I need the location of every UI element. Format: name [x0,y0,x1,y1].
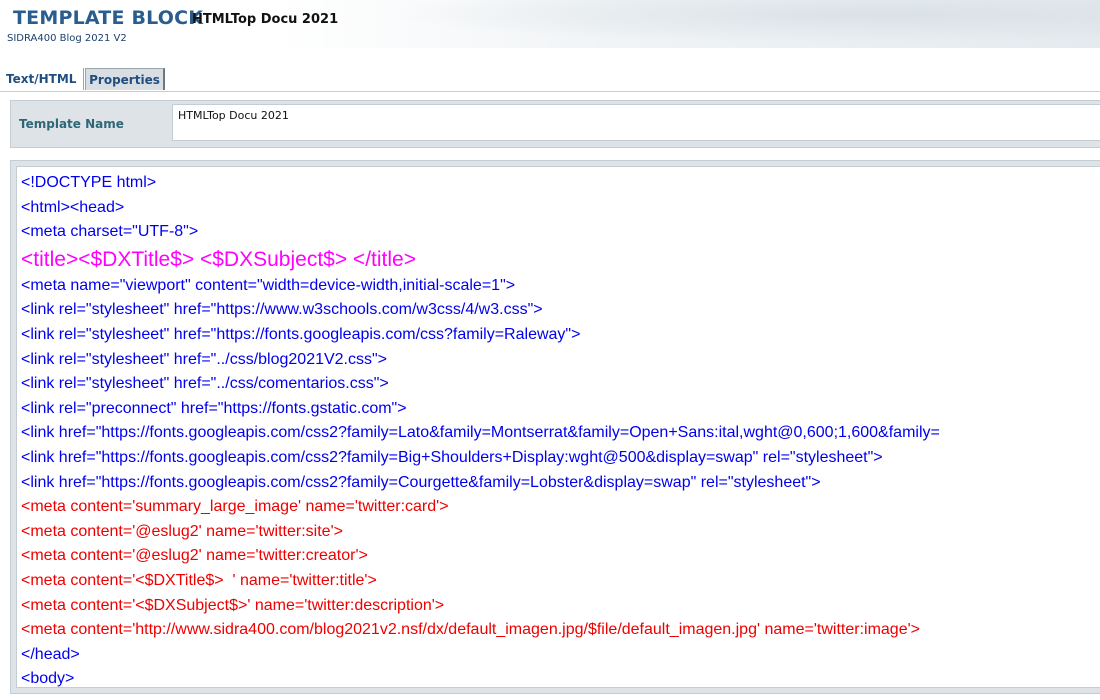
code-line: <meta name="viewport" content="width=dev… [21,276,516,294]
code-line: <link rel="stylesheet" href="https://www… [21,301,543,319]
page-title: TEMPLATE BLOCK [13,7,204,29]
html-code-editor[interactable]: <!DOCTYPE html> <html><head> <meta charset… [16,166,1100,688]
code-line: <link rel="stylesheet" href="../css/blog… [21,350,388,368]
code-line: <link href="https://fonts.googleapis.com… [21,473,821,491]
template-name-row: Template Name HTMLTop Docu 2021 [10,100,1100,148]
database-name: SIDRA400 Blog 2021 V2 [7,33,127,44]
template-name-label: Template Name [19,117,124,131]
code-line: <meta content='summary_large_image' name… [21,498,449,516]
tab-text-html[interactable]: Text/HTML [0,68,84,90]
tab-bar: Text/HTML Properties [0,68,1100,92]
code-line: <meta content='@eslug2' name='twitter:cr… [21,547,368,565]
code-line: <meta charset="UTF-8"> [21,223,199,241]
code-line: <link href="https://fonts.googleapis.com… [21,424,940,442]
code-line: <link rel="preconnect" href="https://fon… [21,399,407,417]
html-code-panel: <!DOCTYPE html> <html><head> <meta charset… [10,160,1100,694]
code-line: <link href="https://fonts.googleapis.com… [21,449,883,466]
page-header: TEMPLATE BLOCK HTMLTop Docu 2021 SIDRA40… [0,0,1100,48]
code-line: <meta content='<$DXTitle$> ' name='twitt… [21,572,377,589]
template-subtitle: HTMLTop Docu 2021 [192,12,339,27]
code-line: <html><head> [21,198,125,216]
code-line: <meta content='<$DXSubject$>' name='twit… [21,596,445,614]
code-line: <meta content='@eslug2' name='twitter:si… [21,522,343,540]
code-line: <meta content='http://www.sidra400.com/b… [21,621,920,639]
code-line: <!DOCTYPE html> [21,174,157,191]
code-line: <title><$DXTitle$> <$DXSubject$> </title… [21,247,416,271]
code-line: </head> [21,645,80,663]
code-line: <link rel="stylesheet" href="../css/come… [21,375,389,393]
template-name-field[interactable]: HTMLTop Docu 2021 [172,104,1100,141]
tab-properties[interactable]: Properties [85,68,165,90]
tab-divider [0,91,1100,92]
code-line: <body> [21,670,75,688]
code-line: <link rel="stylesheet" href="https://fon… [21,326,581,343]
